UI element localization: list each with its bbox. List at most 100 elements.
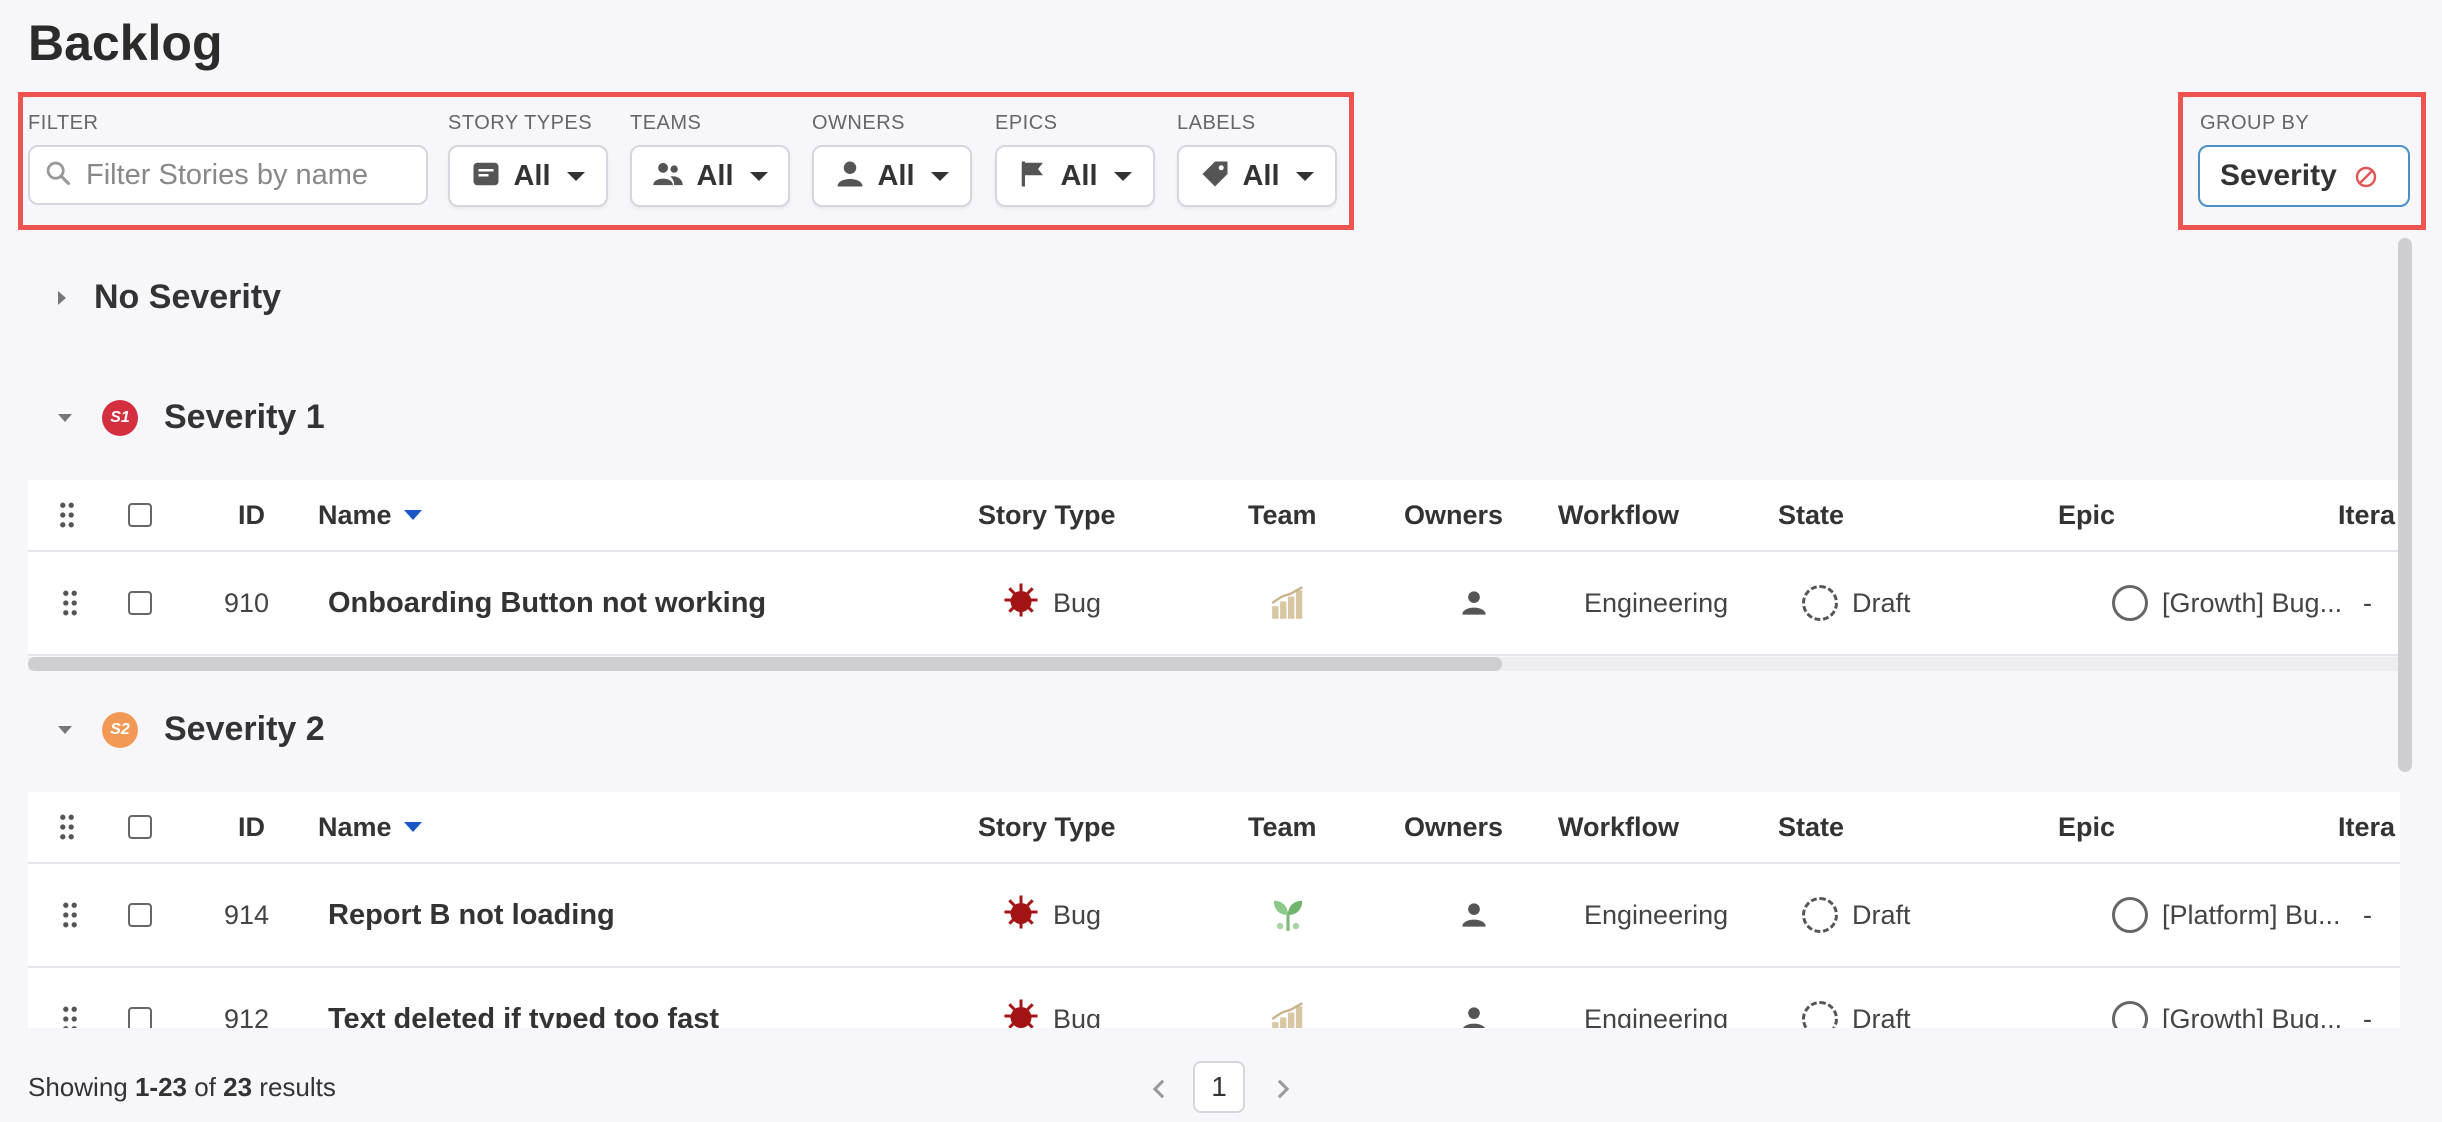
chevron-right-icon xyxy=(58,290,66,305)
drag-handle-icon[interactable] xyxy=(61,968,79,1028)
col-id[interactable]: ID xyxy=(238,480,265,550)
horizontal-scrollbar[interactable] xyxy=(28,657,2400,671)
iteration: - xyxy=(2363,1003,2372,1029)
col-workflow[interactable]: Workflow xyxy=(1558,480,1679,550)
row-checkbox[interactable] xyxy=(128,552,152,654)
owner-person-icon[interactable] xyxy=(1460,968,1488,1028)
col-id[interactable]: ID xyxy=(238,792,265,862)
col-team[interactable]: Team xyxy=(1248,792,1317,862)
group-severity-1[interactable]: S1 Severity 1 xyxy=(58,398,325,437)
results-total: 23 xyxy=(223,1072,253,1102)
workflow: Engineering xyxy=(1584,899,1729,930)
chart-team-icon xyxy=(1268,968,1308,1028)
col-story-type[interactable]: Story Type xyxy=(978,480,1116,550)
severity-2-table: ID Name Story Type Team Owners Workflow … xyxy=(28,792,2400,1028)
col-epic[interactable]: Epic xyxy=(2058,792,2115,862)
story-types-dropdown[interactable]: All xyxy=(448,145,608,207)
scrollbar-thumb[interactable] xyxy=(28,657,1502,671)
col-name[interactable]: Name xyxy=(318,792,422,862)
group-title: Severity 2 xyxy=(164,710,325,748)
owner-person-icon[interactable] xyxy=(1460,552,1488,654)
filter-label: FILTER xyxy=(28,112,99,134)
chevron-down-icon xyxy=(58,725,72,734)
col-iteration[interactable]: Itera xyxy=(2338,480,2395,550)
table-row[interactable]: 910 Onboarding Button not working Bug En… xyxy=(28,552,2400,656)
select-all-checkbox[interactable] xyxy=(128,792,152,862)
epics-dropdown[interactable]: All xyxy=(995,145,1155,207)
drag-handle-icon[interactable] xyxy=(58,792,76,862)
col-state[interactable]: State xyxy=(1778,792,1844,862)
epic[interactable]: [Growth] Bug... xyxy=(2112,968,2342,1028)
severity-2-badge: S2 xyxy=(102,711,138,748)
col-owners[interactable]: Owners xyxy=(1404,792,1503,862)
search-input[interactable] xyxy=(86,158,406,192)
story-name[interactable]: Text deleted if typed too fast xyxy=(328,968,719,1029)
col-story-type[interactable]: Story Type xyxy=(978,792,1116,862)
backlog-list: No Severity S1 Severity 1 ID Name Story … xyxy=(0,230,2442,1028)
state[interactable]: Draft xyxy=(1802,864,1911,966)
teams-label: TEAMS xyxy=(630,112,702,134)
bug-icon xyxy=(1003,894,1039,937)
person-icon xyxy=(835,159,865,194)
col-owners[interactable]: Owners xyxy=(1404,480,1503,550)
chevron-down-icon xyxy=(749,171,768,181)
col-team[interactable]: Team xyxy=(1248,480,1317,550)
chevron-down-icon xyxy=(566,171,585,181)
group-title: No Severity xyxy=(94,278,282,316)
state[interactable]: Draft xyxy=(1802,968,1911,1028)
labels-dropdown[interactable]: All xyxy=(1177,145,1337,207)
flag-icon xyxy=(1018,159,1048,194)
results-summary: Showing 1-23 of 23 results xyxy=(28,1072,336,1103)
epic[interactable]: [Platform] Bu... xyxy=(2112,864,2341,966)
table-row[interactable]: 912 Text deleted if typed too fast Bug E… xyxy=(28,968,2400,1028)
story-type-label: Bug xyxy=(1053,587,1102,618)
search-icon xyxy=(44,159,72,192)
epic-status-icon xyxy=(2112,1001,2148,1028)
owners-dropdown[interactable]: All xyxy=(812,145,972,207)
col-name[interactable]: Name xyxy=(318,480,422,550)
col-epic[interactable]: Epic xyxy=(2058,480,2115,550)
row-checkbox[interactable] xyxy=(128,864,152,966)
story-name[interactable]: Report B not loading xyxy=(328,864,615,966)
owner-person-icon[interactable] xyxy=(1460,864,1488,966)
state[interactable]: Draft xyxy=(1802,552,1911,654)
group-no-severity[interactable]: No Severity xyxy=(58,278,281,317)
table-row[interactable]: 914 Report B not loading Bug Engineering… xyxy=(28,864,2400,968)
col-state[interactable]: State xyxy=(1778,480,1844,550)
teams-dropdown[interactable]: All xyxy=(630,145,790,207)
severity-1-badge: S1 xyxy=(102,399,138,436)
chevron-down-icon xyxy=(1113,171,1132,181)
sort-desc-icon xyxy=(403,510,422,520)
state-label: Draft xyxy=(1852,899,1911,930)
group-by-select[interactable]: Severity xyxy=(2198,145,2410,207)
epic[interactable]: [Growth] Bug... xyxy=(2112,552,2342,654)
current-page-button[interactable]: 1 xyxy=(1193,1061,1245,1113)
group-severity-2[interactable]: S2 Severity 2 xyxy=(58,710,325,749)
select-all-checkbox[interactable] xyxy=(128,480,152,550)
teams-value: All xyxy=(696,159,734,192)
epic-label: [Growth] Bug... xyxy=(2162,587,2343,618)
next-page-icon[interactable] xyxy=(1274,1076,1292,1107)
search-field[interactable] xyxy=(28,145,428,205)
vertical-scrollbar[interactable] xyxy=(2398,238,2412,772)
drag-handle-icon[interactable] xyxy=(61,552,79,654)
story-name[interactable]: Onboarding Button not working xyxy=(328,552,766,654)
labels-value: All xyxy=(1242,159,1280,192)
drag-handle-icon[interactable] xyxy=(61,864,79,966)
clear-group-icon[interactable] xyxy=(2354,165,2378,194)
prev-page-icon[interactable] xyxy=(1150,1076,1168,1107)
col-iteration[interactable]: Itera xyxy=(2338,792,2395,862)
group-by-label: GROUP BY xyxy=(2200,112,2310,134)
drag-handle-icon[interactable] xyxy=(58,480,76,550)
owners-value: All xyxy=(877,159,915,192)
epic-label: [Growth] Bug... xyxy=(2162,1003,2343,1029)
state-label: Draft xyxy=(1852,1003,1911,1029)
row-checkbox[interactable] xyxy=(128,968,152,1028)
story-type-label: Bug xyxy=(1053,899,1102,930)
story-id: 914 xyxy=(224,899,270,930)
story-types-label: STORY TYPES xyxy=(448,112,593,134)
col-workflow[interactable]: Workflow xyxy=(1558,792,1679,862)
story-types-value: All xyxy=(513,159,551,192)
story-id: 910 xyxy=(224,587,270,618)
story-type-label: Bug xyxy=(1053,1003,1102,1029)
